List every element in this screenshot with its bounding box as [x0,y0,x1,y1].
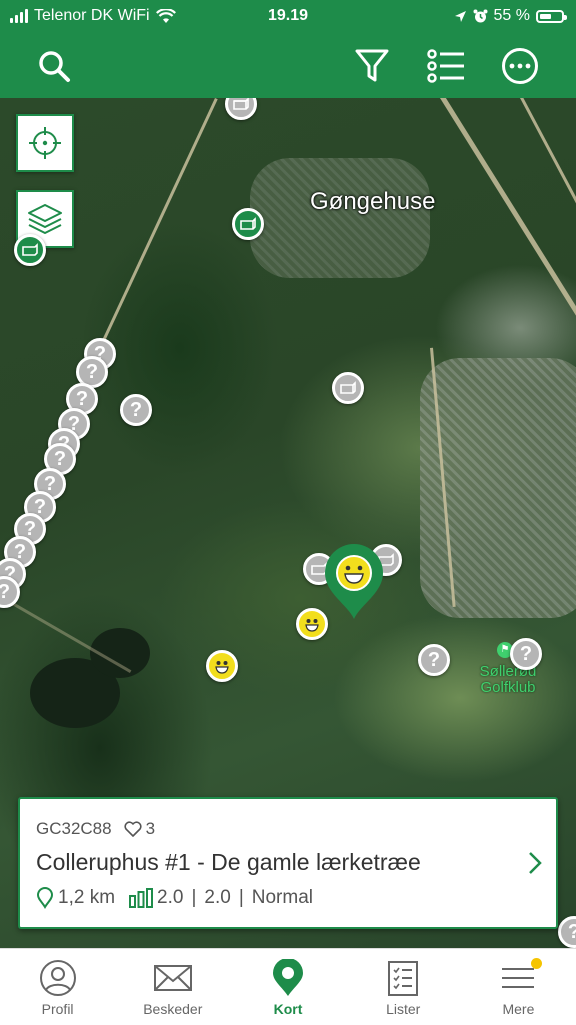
selected-cache-pin[interactable] [323,543,385,621]
more-icon [502,48,538,84]
favorites-count: 3 [145,819,156,838]
tab-beskeder[interactable]: Beskeder [115,949,230,1025]
search-icon [39,51,70,82]
tab-label: Mere [502,1001,535,1017]
cache-marker-mystery[interactable]: ? [510,638,542,670]
smiley-icon [215,661,229,674]
cache-code: GC32C88 [36,819,112,838]
battery-icon [536,9,567,23]
golf-club-label: Søllerød Golfklub [479,663,537,696]
highway [440,98,576,319]
status-bar: Telenor DK WiFi 19.19 55 % [0,0,576,34]
heart-icon [124,821,142,837]
list-view-button[interactable] [424,44,468,88]
location-pin-icon [36,887,54,909]
notification-dot [530,958,542,969]
village-area [250,158,430,278]
smiley-icon [305,619,319,632]
box-icon [340,381,356,394]
tab-label: Beskeder [143,1001,203,1017]
alarm-icon [473,9,488,22]
cache-marker-traditional-found[interactable] [232,208,264,240]
filter-icon [355,49,389,82]
cache-marker-mystery[interactable]: ? [558,916,576,948]
cache-marker-found[interactable] [206,650,238,682]
tab-kort[interactable]: Kort [230,949,345,1025]
cache-marker-mystery[interactable]: ? [120,394,152,426]
location-arrow-icon [454,10,466,22]
tab-mere[interactable]: Mere [461,949,576,1025]
tab-lister[interactable]: Lister [346,949,461,1025]
cache-info-card[interactable]: GC32C88 3 Colleruphus #1 - De gamle lærk… [18,797,558,929]
tab-profil[interactable]: Profil [0,949,115,1025]
cache-marker-traditional[interactable] [225,98,257,120]
cache-difficulty: 2.0 [157,887,184,908]
crosshair-icon [29,127,61,159]
cache-title: Colleruphus #1 - De gamle lærketræe [36,849,421,875]
box-icon [233,98,249,110]
road [520,98,576,249]
profile-icon [39,960,76,996]
list-icon [427,49,464,83]
meta-separator: | [238,887,244,908]
box-icon [240,217,256,230]
cache-marker-traditional[interactable] [332,372,364,404]
locate-me-button[interactable] [16,114,74,172]
search-button[interactable] [32,44,76,88]
meta-separator: | [191,887,197,908]
filter-button[interactable] [350,44,394,88]
envelope-icon [153,965,192,991]
cache-distance: 1,2 km [58,887,116,908]
more-button[interactable] [498,44,542,88]
cache-marker-mystery[interactable]: ? [418,644,450,676]
box-icon [22,243,38,256]
chevron-right-icon [529,852,542,874]
difficulty-bars-icon [129,888,154,908]
checklist-icon [388,961,419,996]
cache-marker-traditional-found[interactable] [14,234,46,266]
tab-label: Kort [273,1001,303,1017]
bottom-tab-bar: Profil Beskeder Kort Lister Mere [0,948,576,1025]
map-pin-icon [273,959,303,996]
layers-icon [28,204,62,234]
tab-label: Profil [41,1001,74,1017]
cache-size: Normal [251,887,313,908]
tab-label: Lister [386,1001,421,1017]
cache-terrain: 2.0 [204,887,231,908]
place-label: Gøngehuse [310,188,436,215]
top-toolbar [0,34,576,98]
battery-percent: 55 % [493,7,530,24]
